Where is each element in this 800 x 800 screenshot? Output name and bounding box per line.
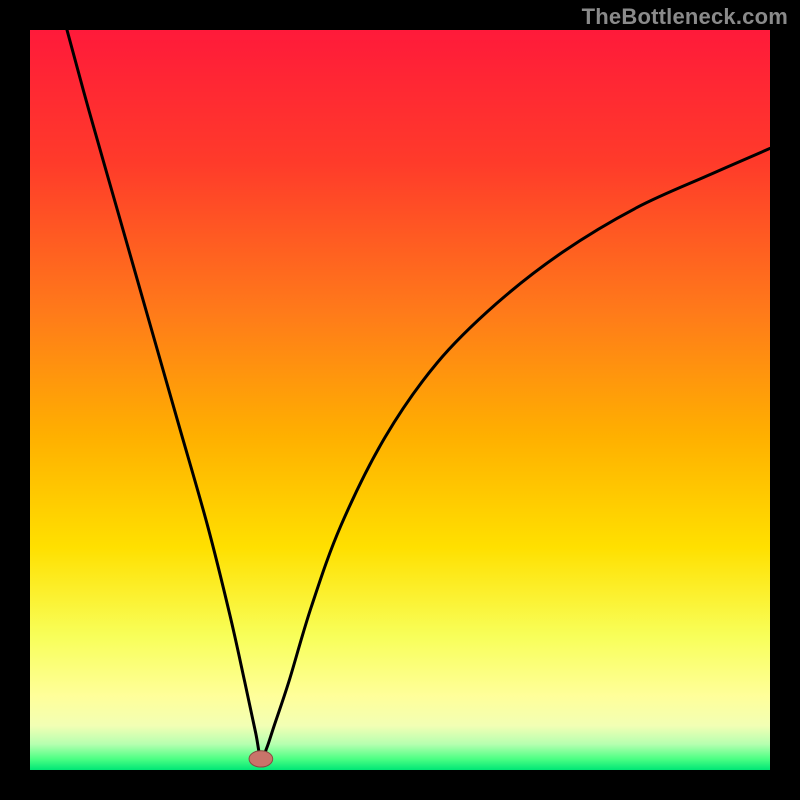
bottleneck-chart (30, 30, 770, 770)
plot-area (30, 30, 770, 770)
watermark-text: TheBottleneck.com (582, 4, 788, 30)
gradient-background (30, 30, 770, 770)
optimum-marker-icon (249, 751, 273, 767)
chart-frame: TheBottleneck.com (0, 0, 800, 800)
